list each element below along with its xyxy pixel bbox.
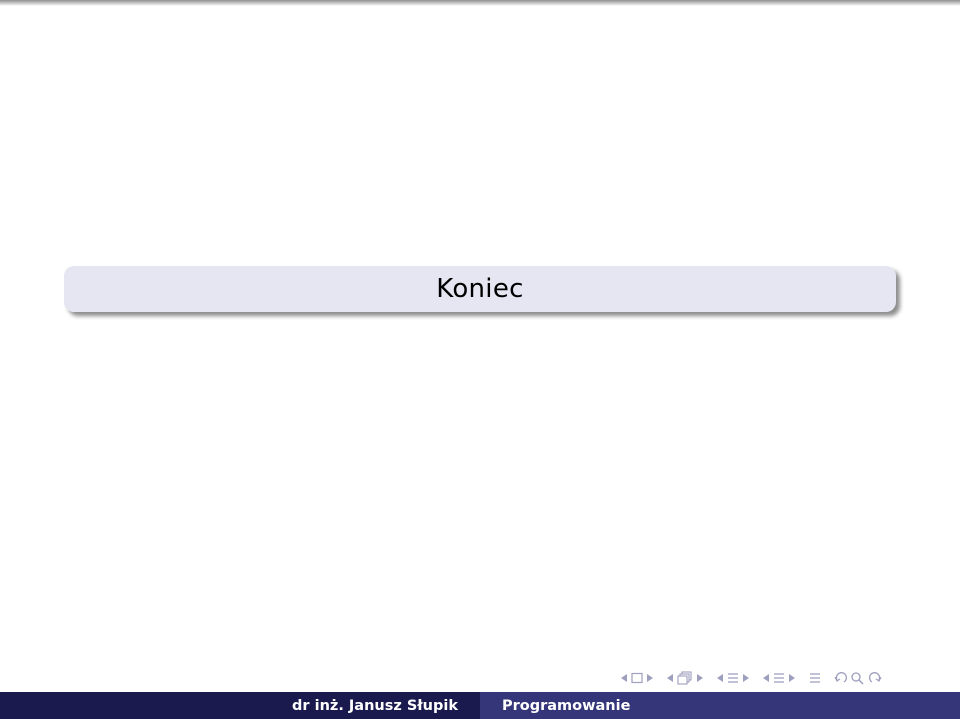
arrow-right-icon[interactable]	[646, 673, 654, 683]
navigation-bar	[620, 668, 890, 688]
footer-author: dr inż. Janusz Słupik	[292, 697, 458, 714]
frame-icon[interactable]	[630, 672, 644, 684]
appendix-nav-group	[808, 671, 822, 685]
section-icon[interactable]	[726, 671, 740, 685]
back-icon[interactable]	[834, 671, 848, 685]
top-shadow	[0, 0, 960, 6]
subsection-icon[interactable]	[676, 671, 694, 685]
appendix-icon[interactable]	[808, 671, 822, 685]
arrow-left-icon[interactable]	[620, 673, 628, 683]
arrow-right-icon[interactable]	[742, 673, 750, 683]
footer-course: Programowanie	[502, 697, 631, 714]
slide-list-icon[interactable]	[772, 671, 786, 685]
forward-icon[interactable]	[868, 671, 882, 685]
arrow-left-icon[interactable]	[762, 673, 770, 683]
search-icon[interactable]	[850, 671, 866, 685]
footer-author-panel: dr inż. Janusz Słupik	[0, 692, 480, 719]
arrow-right-icon[interactable]	[696, 673, 704, 683]
slide: Koniec dr inż. Janusz Słupik Programowan…	[0, 0, 960, 719]
frame-title: Koniec	[436, 274, 524, 304]
slide-list-nav-group	[762, 671, 796, 685]
arrow-left-icon[interactable]	[666, 673, 674, 683]
arrow-left-icon[interactable]	[716, 673, 724, 683]
footer: dr inż. Janusz Słupik Programowanie	[0, 692, 960, 719]
section-nav-group	[716, 671, 750, 685]
footer-course-panel: Programowanie	[480, 692, 960, 719]
frame-title-block: Koniec	[64, 266, 896, 312]
arrow-right-icon[interactable]	[788, 673, 796, 683]
history-nav-group	[834, 671, 882, 685]
subsection-nav-group	[666, 671, 704, 685]
frame-nav-group	[620, 672, 654, 684]
